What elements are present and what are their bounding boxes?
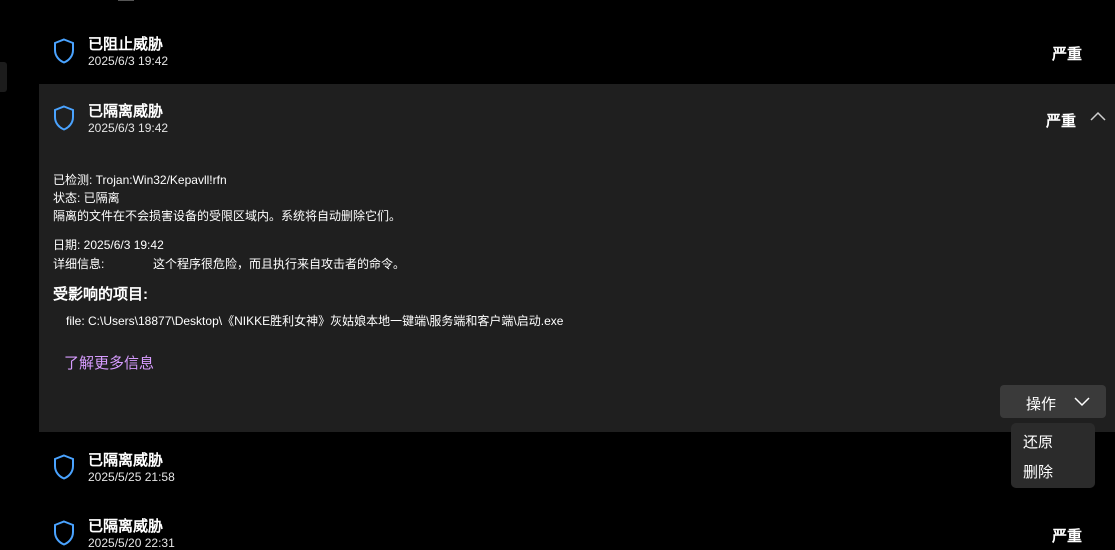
actions-button-label: 操作 (1026, 396, 1057, 413)
affected-items-title: 受影响的项目: (53, 286, 148, 303)
affected-file-path: file: C:\Users\18877\Desktop\《NIKKE胜利女神》… (66, 314, 564, 328)
threat-title: 已隔离威胁 (88, 103, 164, 120)
detected-text: 已检测: Trojan:Win32/Kepavll!rfn (53, 173, 227, 187)
status-note: 隔离的文件在不会损害设备的受限区域内。系统将自动删除它们。 (53, 209, 402, 223)
info-value: 这个程序很危险，而且执行来自攻击者的命令。 (153, 257, 406, 271)
threat-date: 2025/5/20 22:31 (88, 536, 175, 550)
status-text: 状态: 已隔离 (53, 191, 120, 205)
threat-date: 2025/6/3 19:42 (88, 54, 169, 68)
threat-row[interactable]: 已隔离威胁 2025/5/25 21:58 (39, 441, 1115, 495)
threat-title: 已隔离威胁 (88, 452, 164, 469)
shield-icon (54, 520, 74, 546)
detail-date: 日期: 2025/6/3 19:42 (53, 238, 164, 252)
threat-row[interactable]: 已隔离威胁 2025/5/20 22:31 严重 (39, 507, 1115, 550)
actions-button[interactable]: 操作 (1000, 385, 1106, 418)
threat-title: 已隔离威胁 (88, 518, 164, 535)
threat-row[interactable]: 已阻止威胁 2025/6/3 19:42 严重 (39, 25, 1115, 83)
partial-icon-top (118, 0, 134, 1)
threat-row-expanded[interactable]: 已隔离威胁 2025/6/3 19:42 严重 (39, 92, 1115, 142)
severity-label: 严重 (1051, 46, 1082, 63)
chevron-down-icon (1074, 397, 1090, 407)
severity-label: 严重 (1051, 528, 1082, 545)
shield-icon (54, 105, 74, 131)
threat-date: 2025/6/3 19:42 (88, 121, 169, 135)
threat-title: 已阻止威胁 (88, 36, 164, 53)
chevron-up-icon[interactable] (1090, 110, 1106, 122)
info-label: 详细信息: (53, 257, 105, 271)
severity-label: 严重 (1045, 113, 1076, 130)
shield-icon (54, 38, 74, 64)
left-nav-tab[interactable] (0, 62, 7, 92)
threat-date: 2025/5/25 21:58 (88, 470, 175, 484)
shield-icon (54, 454, 74, 480)
learn-more-link[interactable]: 了解更多信息 (64, 352, 154, 373)
